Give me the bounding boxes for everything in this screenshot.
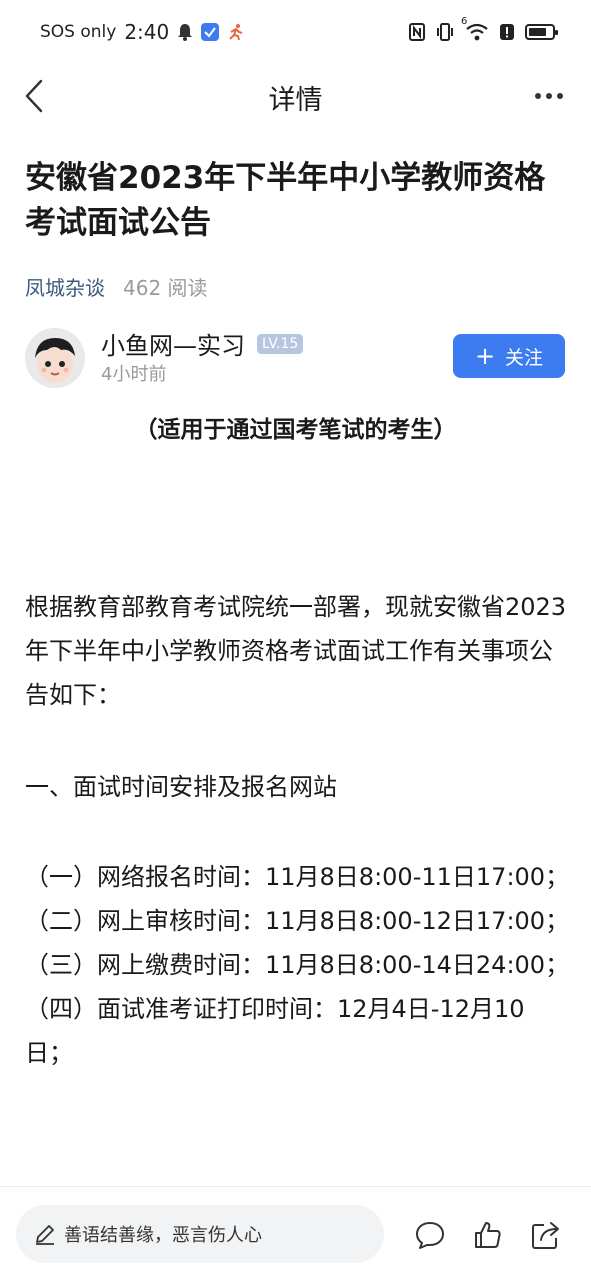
post-time: 4小时前 bbox=[101, 364, 167, 385]
more-options-button[interactable] bbox=[531, 78, 567, 114]
author-name[interactable]: 小鱼网—实习 bbox=[101, 326, 245, 361]
more-icon-dot bbox=[546, 93, 552, 99]
list-item: （一）网络报名时间：11月8日8:00-11日17:00； bbox=[25, 863, 570, 891]
author-row: 小鱼网—实习 LV.15 4小时前 + 关注 bbox=[25, 326, 565, 390]
avatar[interactable] bbox=[25, 328, 85, 388]
top-navigation-bar: 详情 bbox=[0, 66, 591, 126]
comment-icon[interactable] bbox=[414, 1219, 446, 1251]
article-title: 安徽省2023年下半年中小学教师资格考试面试公告 bbox=[25, 160, 546, 241]
vibrate-icon bbox=[437, 23, 453, 41]
plus-icon: + bbox=[474, 342, 496, 370]
clock: 2:40 bbox=[124, 20, 170, 44]
level-badge: LV.15 bbox=[257, 333, 304, 354]
source-link[interactable]: 凤城杂谈 bbox=[25, 272, 105, 301]
schedule-list: （一）网络报名时间：11月8日8:00-11日17:00； （二）网上审核时间：… bbox=[25, 855, 570, 1075]
battery-icon bbox=[525, 24, 558, 40]
follow-label: 关注 bbox=[505, 346, 544, 369]
page-title: 详情 bbox=[268, 85, 323, 116]
status-right: 6 bbox=[409, 16, 558, 42]
status-bar: SOS only 2:40 6 bbox=[0, 0, 591, 66]
alert-icon bbox=[500, 24, 514, 40]
wifi-icon bbox=[466, 23, 488, 41]
comment-placeholder: 善语结善缘，恶言伤人心 bbox=[64, 1225, 262, 1246]
read-count: 462 阅读 bbox=[123, 276, 208, 300]
section-heading: 一、面试时间安排及报名网站 bbox=[25, 773, 337, 801]
like-icon[interactable] bbox=[472, 1219, 504, 1251]
more-icon-dot bbox=[535, 93, 541, 99]
article-subtitle: （适用于通过国考笔试的考生） bbox=[134, 417, 457, 443]
bell-icon bbox=[178, 24, 193, 41]
paragraph-intro: 根据教育部教育考试院统一部署，现就安徽省2023年下半年中小学教师资格考试面试工… bbox=[25, 593, 567, 709]
avatar-illustration bbox=[25, 328, 85, 388]
wifi-indicator: 6 bbox=[461, 16, 489, 42]
network-type-label: 6 bbox=[461, 16, 468, 27]
app-notification-icon bbox=[201, 23, 220, 41]
runner-icon bbox=[229, 24, 243, 41]
comment-input[interactable]: 善语结善缘，恶言伤人心 bbox=[16, 1205, 384, 1263]
share-icon[interactable] bbox=[530, 1219, 562, 1251]
bottom-action-bar: 善语结善缘，恶言伤人心 bbox=[0, 1186, 591, 1281]
sos-label: SOS only bbox=[40, 22, 117, 42]
nfc-icon bbox=[409, 23, 425, 41]
article-meta: 凤城杂谈 462 阅读 bbox=[25, 272, 208, 301]
list-item: （二）网上审核时间：11月8日8:00-12日17:00； bbox=[25, 907, 570, 935]
pen-icon bbox=[36, 1225, 54, 1245]
list-item: （四）面试准考证打印时间：12月4日-12月10日； bbox=[25, 995, 525, 1067]
author-name-row: 小鱼网—实习 LV.15 bbox=[101, 326, 304, 361]
follow-button[interactable]: + 关注 bbox=[453, 334, 565, 378]
more-icon-dot bbox=[557, 93, 563, 99]
list-item: （三）网上缴费时间：11月8日8:00-14日24:00； bbox=[25, 951, 570, 979]
status-left: SOS only 2:40 bbox=[40, 20, 245, 44]
